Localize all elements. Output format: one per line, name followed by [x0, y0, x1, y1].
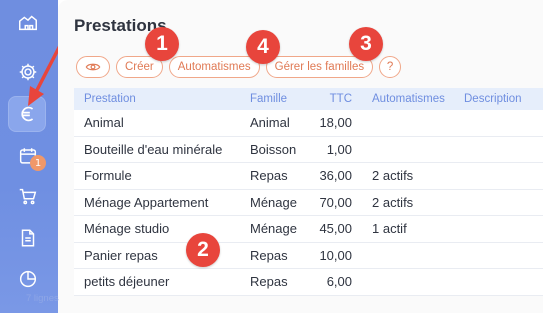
notification-badge: 1	[30, 155, 46, 171]
callout-2: 2	[186, 233, 220, 267]
cell-famille: Repas	[250, 168, 288, 184]
cell-famille: Repas	[250, 274, 288, 290]
cell-ttc: 36,00	[319, 168, 352, 184]
eye-icon	[85, 63, 101, 71]
cell-ttc: 1,00	[326, 141, 352, 157]
table-row[interactable]: petits déjeuner Repas 6,00	[74, 269, 543, 296]
cell-famille: Ménage	[250, 221, 297, 237]
column-header-description[interactable]: Description	[458, 93, 543, 105]
table-header: Prestation Famille TTC Automatismes Desc…	[74, 88, 543, 110]
table-row[interactable]: Animal Animal 18,00	[74, 110, 543, 137]
document-icon[interactable]	[14, 224, 42, 252]
cell-famille: Animal	[250, 115, 290, 131]
callout-3: 3	[349, 27, 383, 61]
cell-prestation: Formule	[84, 168, 132, 184]
cell-famille: Ménage	[250, 194, 297, 210]
row-count: 7 lignes	[26, 293, 59, 304]
cell-famille: Boisson	[250, 141, 297, 157]
column-header-ttc[interactable]: TTC	[302, 93, 358, 105]
cell-prestation: Animal	[84, 115, 124, 131]
cell-prestation: petits déjeuner	[84, 274, 170, 290]
cell-prestation: Ménage Appartement	[84, 194, 209, 210]
prestations-table: Prestation Famille TTC Automatismes Desc…	[74, 88, 543, 296]
toolbar: Créer Automatismes Gérer les familles ?	[76, 56, 402, 78]
column-header-automatismes[interactable]: Automatismes	[358, 93, 458, 105]
column-header-famille[interactable]: Famille	[246, 93, 302, 105]
cell-ttc: 18,00	[319, 115, 352, 131]
cell-automatismes: 2 actifs	[372, 168, 414, 184]
callout-4: 4	[246, 30, 280, 64]
pie-chart-icon[interactable]	[14, 265, 42, 293]
cell-prestation: Panier repas	[84, 247, 158, 263]
cell-prestation: Bouteille d'eau minérale	[84, 141, 223, 157]
cell-ttc: 10,00	[319, 247, 352, 263]
help-button[interactable]: ?	[379, 56, 402, 78]
table-row[interactable]: Ménage Appartement Ménage 70,00 2 actifs	[74, 189, 543, 216]
column-header-prestation[interactable]: Prestation	[74, 93, 246, 105]
manage-families-button[interactable]: Gérer les familles	[265, 56, 374, 78]
callout-1: 1	[145, 27, 179, 61]
cell-prestation: Ménage studio	[84, 221, 170, 237]
table-row[interactable]: Ménage studio Ménage 45,00 1 actif	[74, 216, 543, 243]
main-panel: Prestations Créer Automatismes Gérer les…	[58, 0, 543, 313]
cell-ttc: 70,00	[319, 194, 352, 210]
table-row[interactable]: Formule Repas 36,00 2 actifs	[74, 163, 543, 190]
table-row[interactable]: Bouteille d'eau minérale Boisson 1,00	[74, 136, 543, 163]
cell-automatismes: 2 actifs	[372, 194, 414, 210]
cell-ttc: 45,00	[319, 221, 352, 237]
view-toggle-button[interactable]	[76, 56, 110, 78]
cell-automatismes: 1 actif	[372, 221, 407, 237]
cart-icon[interactable]	[14, 182, 42, 210]
table-row[interactable]: Panier repas Repas 10,00	[74, 242, 543, 269]
automations-button[interactable]: Automatismes	[168, 56, 260, 78]
cell-famille: Repas	[250, 247, 288, 263]
cell-ttc: 6,00	[326, 274, 352, 290]
